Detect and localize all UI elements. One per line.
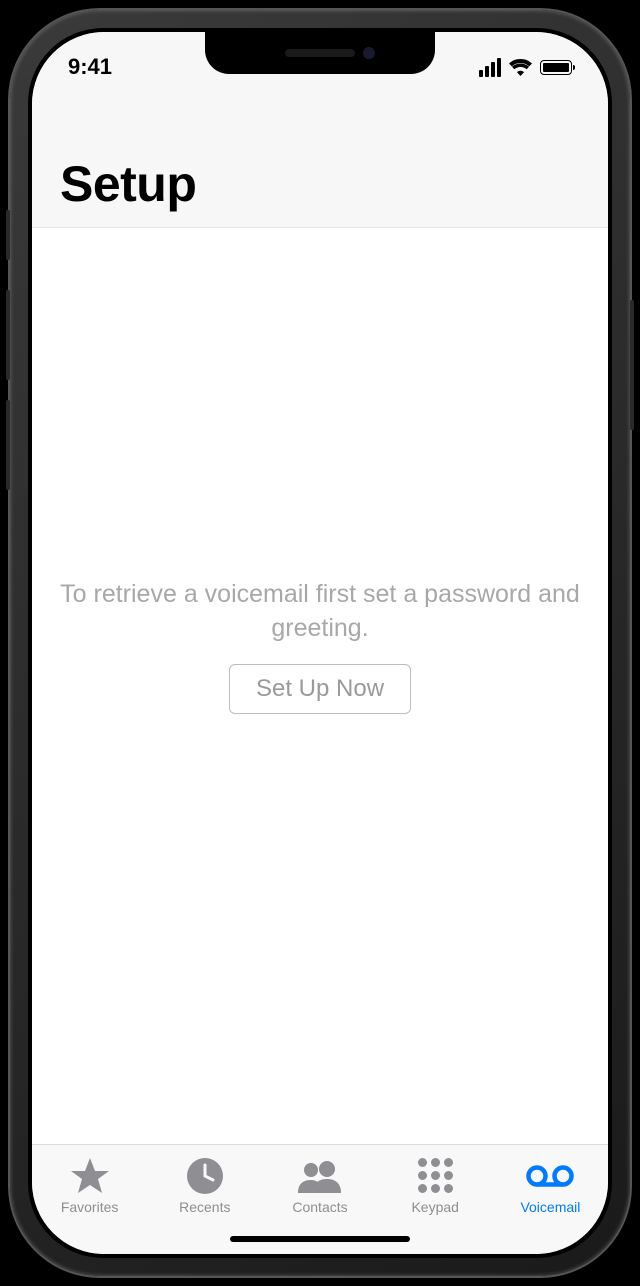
screen: 9:41 Setup	[32, 32, 608, 1254]
keypad-icon	[418, 1157, 453, 1195]
tab-label: Contacts	[292, 1199, 347, 1215]
tab-voicemail[interactable]: Voicemail	[493, 1145, 608, 1226]
tab-recents[interactable]: Recents	[147, 1145, 262, 1226]
tab-contacts[interactable]: Contacts	[262, 1145, 377, 1226]
tab-label: Keypad	[411, 1199, 458, 1215]
page-title: Setup	[60, 155, 580, 213]
status-icons	[479, 58, 572, 77]
empty-state-message: To retrieve a voicemail first set a pass…	[32, 578, 608, 646]
tab-favorites[interactable]: Favorites	[32, 1145, 147, 1226]
speaker-grille	[285, 49, 355, 57]
header: Setup	[32, 90, 608, 228]
tab-label: Recents	[179, 1199, 230, 1215]
contacts-icon	[297, 1157, 343, 1195]
front-camera	[363, 47, 375, 59]
mute-switch	[6, 210, 10, 260]
device-frame: 9:41 Setup	[10, 10, 630, 1276]
volume-down-button	[6, 400, 10, 490]
home-indicator[interactable]	[230, 1236, 410, 1242]
star-icon	[71, 1157, 109, 1195]
notch	[205, 32, 435, 74]
wifi-icon	[509, 59, 532, 76]
battery-icon	[540, 60, 572, 75]
cellular-signal-icon	[479, 58, 501, 77]
tab-label: Favorites	[61, 1199, 119, 1215]
clock-icon	[187, 1157, 223, 1195]
status-time: 9:41	[68, 54, 112, 80]
main-content: To retrieve a voicemail first set a pass…	[32, 228, 608, 1144]
set-up-now-button[interactable]: Set Up Now	[229, 664, 411, 714]
power-button	[630, 300, 634, 430]
tab-keypad[interactable]: Keypad	[378, 1145, 493, 1226]
volume-up-button	[6, 290, 10, 380]
tab-label: Voicemail	[520, 1199, 580, 1215]
voicemail-icon	[526, 1157, 574, 1195]
